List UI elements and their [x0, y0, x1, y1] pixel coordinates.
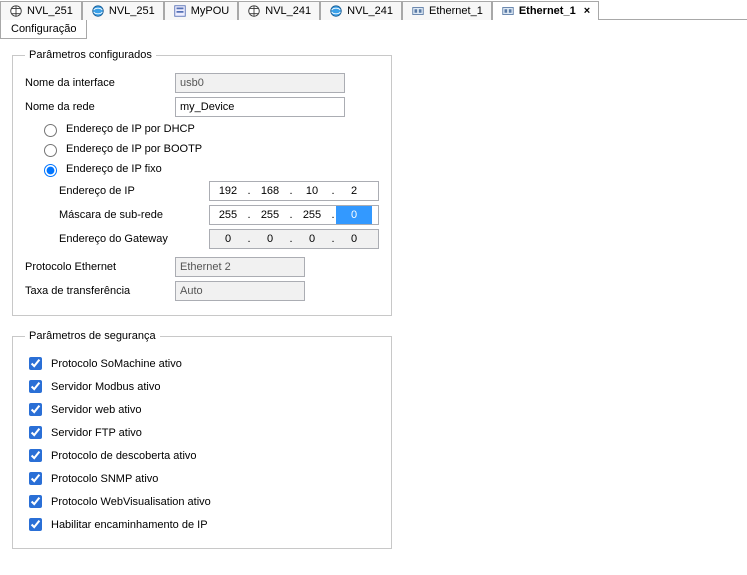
mask-octet-3[interactable]	[294, 206, 330, 224]
ip-address-label: Endereço de IP	[25, 185, 209, 197]
radio-bootp-label: Endereço de IP por BOOTP	[66, 143, 202, 155]
gateway-address-label: Endereço do Gateway	[25, 233, 209, 245]
tab-ethernet1-active[interactable]: Ethernet_1 ×	[492, 1, 599, 20]
tab-label: NVL_251	[109, 5, 155, 17]
check-somachine[interactable]	[29, 357, 42, 370]
tab-nvl241-1[interactable]: NVL_241	[238, 1, 320, 20]
ip-octet-4[interactable]	[336, 182, 372, 200]
check-discovery[interactable]	[29, 449, 42, 462]
tab-label: Ethernet_1	[429, 5, 483, 17]
ethernet-protocol-field	[175, 257, 305, 277]
gw-octet-3[interactable]	[294, 230, 330, 248]
gateway-address-field[interactable]: . . .	[209, 229, 379, 249]
check-webvis-label: Protocolo WebVisualisation ativo	[51, 496, 211, 508]
tab-nvl241-2[interactable]: NVL_241	[320, 1, 402, 20]
check-webserver[interactable]	[29, 403, 42, 416]
gvl-icon	[247, 4, 261, 18]
radio-dhcp-label: Endereço de IP por DHCP	[66, 123, 195, 135]
check-ipforward[interactable]	[29, 518, 42, 531]
check-modbus-label: Servidor Modbus ativo	[51, 381, 160, 393]
globe-icon	[329, 4, 343, 18]
ip-address-field[interactable]: . . .	[209, 181, 379, 201]
mask-octet-2[interactable]	[252, 206, 288, 224]
interface-name-field	[175, 73, 345, 93]
ethernet-protocol-label: Protocolo Ethernet	[25, 261, 175, 273]
close-icon[interactable]: ×	[584, 5, 590, 17]
tab-nvl251-1[interactable]: NVL_251	[0, 1, 82, 20]
tab-ethernet1-1[interactable]: Ethernet_1	[402, 1, 492, 20]
tab-label: NVL_251	[27, 5, 73, 17]
gvl-icon	[9, 4, 23, 18]
interface-name-label: Nome da interface	[25, 77, 175, 89]
transfer-rate-field	[175, 281, 305, 301]
device-icon	[411, 4, 425, 18]
check-ftp-label: Servidor FTP ativo	[51, 427, 142, 439]
check-somachine-label: Protocolo SoMachine ativo	[51, 358, 182, 370]
globe-icon	[91, 4, 105, 18]
content-area: Parâmetros configurados Nome da interfac…	[0, 39, 747, 575]
radio-fixed[interactable]	[44, 164, 57, 177]
subnet-mask-field[interactable]: . . .	[209, 205, 379, 225]
tab-label: NVL_241	[265, 5, 311, 17]
gw-octet-1[interactable]	[210, 230, 246, 248]
check-snmp[interactable]	[29, 472, 42, 485]
tab-label: NVL_241	[347, 5, 393, 17]
ip-octet-3[interactable]	[294, 182, 330, 200]
tab-mypou[interactable]: MyPOU	[164, 1, 239, 20]
editor-tabstrip: NVL_251 NVL_251 MyPOU NVL_241 NVL_241 Et…	[0, 0, 747, 20]
subtab-configuracao[interactable]: Configuração	[0, 20, 87, 39]
radio-dhcp[interactable]	[44, 124, 57, 137]
radio-fixed-label: Endereço de IP fixo	[66, 163, 162, 175]
subnet-mask-label: Máscara de sub-rede	[25, 209, 209, 221]
ip-octet-1[interactable]	[210, 182, 246, 200]
check-snmp-label: Protocolo SNMP ativo	[51, 473, 158, 485]
check-discovery-label: Protocolo de descoberta ativo	[51, 450, 197, 462]
check-ftp[interactable]	[29, 426, 42, 439]
check-webserver-label: Servidor web ativo	[51, 404, 142, 416]
mask-octet-4[interactable]	[336, 206, 372, 224]
tab-label: MyPOU	[191, 5, 230, 17]
config-legend: Parâmetros configurados	[25, 49, 156, 61]
security-fieldset: Parâmetros de segurança Protocolo SoMach…	[12, 330, 392, 549]
network-name-label: Nome da rede	[25, 101, 175, 113]
network-name-field[interactable]	[175, 97, 345, 117]
config-fieldset: Parâmetros configurados Nome da interfac…	[12, 49, 392, 316]
radio-bootp[interactable]	[44, 144, 57, 157]
subtab-row: Configuração	[0, 20, 747, 39]
transfer-rate-label: Taxa de transferência	[25, 285, 175, 297]
pou-icon	[173, 4, 187, 18]
check-webvis[interactable]	[29, 495, 42, 508]
mask-octet-1[interactable]	[210, 206, 246, 224]
tab-nvl251-2[interactable]: NVL_251	[82, 1, 164, 20]
tab-label: Ethernet_1	[519, 5, 576, 17]
gw-octet-4[interactable]	[336, 230, 372, 248]
ip-octet-2[interactable]	[252, 182, 288, 200]
check-ipforward-label: Habilitar encaminhamento de IP	[51, 519, 208, 531]
gw-octet-2[interactable]	[252, 230, 288, 248]
check-modbus[interactable]	[29, 380, 42, 393]
device-icon	[501, 4, 515, 18]
security-legend: Parâmetros de segurança	[25, 330, 160, 342]
